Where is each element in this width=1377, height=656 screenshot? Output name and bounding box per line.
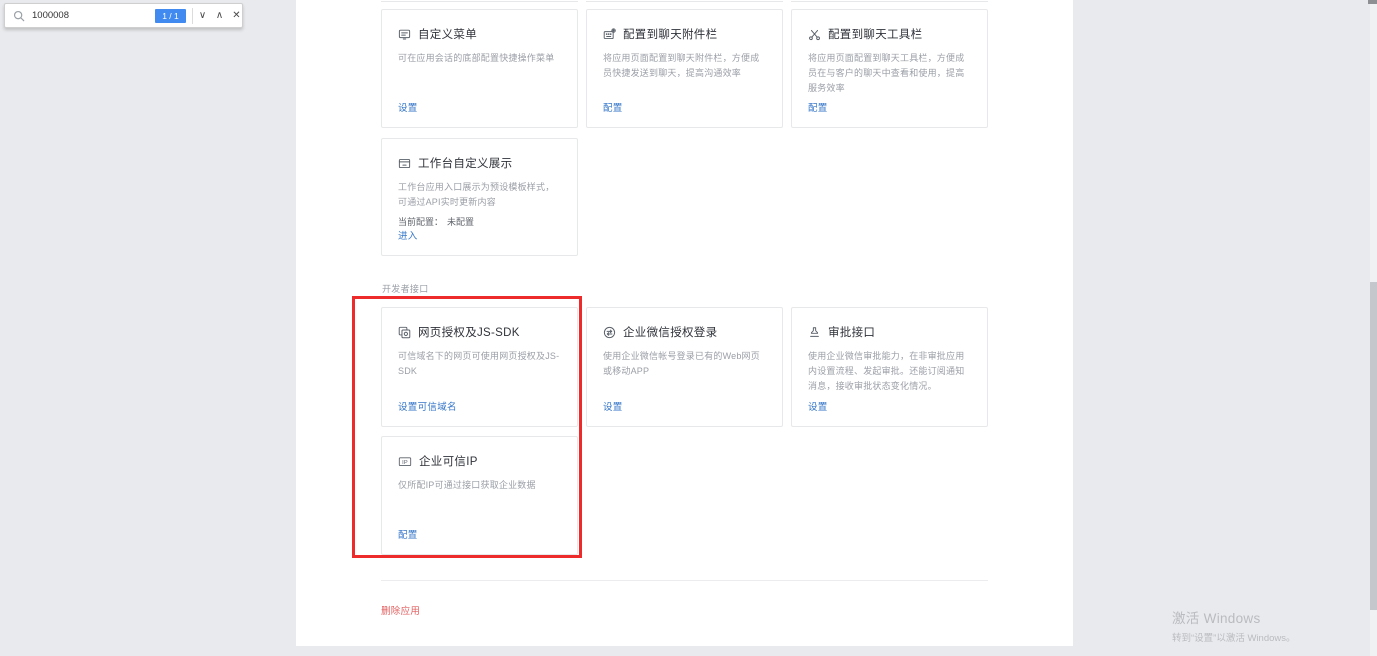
card-title: 工作台自定义展示 — [398, 155, 561, 171]
card-title-text: 配置到聊天附件栏 — [623, 26, 717, 42]
card-chat-attachment-bar: 配置到聊天附件栏 将应用页面配置到聊天附件栏，方便成员快捷发送到聊天，提高沟通效… — [586, 9, 783, 128]
find-close-button[interactable]: ✕ — [228, 4, 245, 27]
card-stub — [381, 0, 578, 2]
card-desc: 将应用页面配置到聊天附件栏，方便成员快捷发送到聊天，提高沟通效率 — [603, 51, 766, 81]
chevron-up-icon: ∧ — [216, 10, 223, 21]
card-title-text: 工作台自定义展示 — [418, 155, 512, 171]
approval-api-settings-link[interactable]: 设置 — [808, 399, 828, 413]
app-detail-panel: 自定义菜单 可在应用会话的底部配置快捷操作菜单 设置 配置到聊天附件栏 将应用页… — [296, 0, 1073, 646]
card-desc: 可信域名下的网页可使用网页授权及JS-SDK — [398, 349, 561, 379]
card-title-text: 网页授权及JS-SDK — [418, 324, 520, 340]
card-desc: 使用企业微信审批能力，在非审批应用内设置流程、发起审批。还能订阅通知消息，接收审… — [808, 349, 971, 394]
custom-menu-settings-link[interactable]: 设置 — [398, 100, 418, 114]
card-desc: 工作台应用入口展示为预设模板样式，可通过API实时更新内容 — [398, 180, 561, 210]
card-web-auth-jssdk: 网页授权及JS-SDK 可信域名下的网页可使用网页授权及JS-SDK 设置可信域… — [381, 307, 578, 427]
card-title-text: 配置到聊天工具栏 — [828, 26, 922, 42]
card-stub — [791, 0, 988, 2]
card-title: 网页授权及JS-SDK — [398, 324, 561, 340]
card-approval-api: 审批接口 使用企业微信审批能力，在非审批应用内设置流程、发起审批。还能订阅通知消… — [791, 307, 988, 427]
find-next-button[interactable]: ∨ — [194, 4, 211, 27]
card-title: 配置到聊天附件栏 — [603, 26, 766, 42]
card-desc: 可在应用会话的底部配置快捷操作菜单 — [398, 51, 561, 66]
card-workbench-display: 工作台自定义展示 工作台应用入口展示为预设模板样式，可通过API实时更新内容 当… — [381, 138, 578, 256]
card-stub — [586, 0, 783, 2]
chat-attachment-bar-icon — [603, 28, 616, 41]
chevron-down-icon: ∨ — [199, 10, 206, 21]
watermark-title: 激活 Windows — [1172, 607, 1296, 627]
workbench-enter-link[interactable]: 进入 — [398, 228, 418, 242]
watermark-subtitle: 转到“设置”以激活 Windows。 — [1172, 630, 1296, 644]
web-auth-jssdk-icon — [398, 326, 411, 339]
footer-divider — [381, 580, 988, 581]
oauth-login-settings-link[interactable]: 设置 — [603, 399, 623, 413]
find-previous-button[interactable]: ∧ — [211, 4, 228, 27]
card-title-text: 自定义菜单 — [418, 26, 477, 42]
find-query-input[interactable] — [32, 4, 147, 27]
vertical-scrollbar[interactable] — [1370, 0, 1377, 656]
status-label: 当前配置： — [398, 217, 443, 227]
card-desc: 使用企业微信帐号登录已有的Web网页或移动APP — [603, 349, 766, 379]
card-title-text: 企业可信IP — [419, 453, 478, 469]
status-value: 未配置 — [447, 217, 474, 227]
find-in-page-bar: 1 / 1 ∨ ∧ ✕ — [4, 3, 243, 28]
approval-api-icon — [808, 326, 821, 339]
search-icon — [13, 10, 25, 22]
card-oauth-login: 企业微信授权登录 使用企业微信帐号登录已有的Web网页或移动APP 设置 — [586, 307, 783, 427]
trusted-ip-icon: IP — [398, 455, 412, 468]
delete-app-link[interactable]: 删除应用 — [381, 603, 420, 617]
card-title: 企业微信授权登录 — [603, 324, 766, 340]
chat-toolbar-icon — [808, 28, 821, 41]
oauth-login-icon — [603, 326, 616, 339]
custom-menu-icon — [398, 28, 411, 41]
card-title: 审批接口 — [808, 324, 971, 340]
trusted-ip-config-link[interactable]: 配置 — [398, 527, 418, 541]
current-config-status: 当前配置： 未配置 — [398, 215, 561, 228]
card-title: 自定义菜单 — [398, 26, 561, 42]
developer-api-section-label: 开发者接口 — [382, 282, 429, 295]
find-bar-separator — [192, 8, 193, 24]
card-desc: 将应用页面配置到聊天工具栏，方便成员在与客户的聊天中查看和使用，提高服务效率 — [808, 51, 971, 96]
scrollbar-top-fragment — [1368, 0, 1377, 4]
card-title-text: 审批接口 — [828, 324, 875, 340]
workbench-display-icon — [398, 157, 411, 170]
card-title: IP 企业可信IP — [398, 453, 561, 469]
card-trusted-ip: IP 企业可信IP 仅所配IP可通过接口获取企业数据 配置 — [381, 436, 578, 555]
chat-toolbar-config-link[interactable]: 配置 — [808, 100, 828, 114]
trusted-domain-settings-link[interactable]: 设置可信域名 — [398, 399, 457, 413]
windows-activation-watermark: 激活 Windows 转到“设置”以激活 Windows。 — [1172, 607, 1296, 644]
scrollbar-thumb[interactable] — [1370, 282, 1377, 610]
card-chat-toolbar: 配置到聊天工具栏 将应用页面配置到聊天工具栏，方便成员在与客户的聊天中查看和使用… — [791, 9, 988, 128]
card-custom-menu: 自定义菜单 可在应用会话的底部配置快捷操作菜单 设置 — [381, 9, 578, 128]
svg-text:IP: IP — [402, 459, 408, 465]
card-desc: 仅所配IP可通过接口获取企业数据 — [398, 478, 561, 493]
close-icon: ✕ — [232, 10, 240, 21]
card-title-text: 企业微信授权登录 — [623, 324, 717, 340]
match-count-badge: 1 / 1 — [155, 9, 186, 23]
chat-attachment-config-link[interactable]: 配置 — [603, 100, 623, 114]
card-title: 配置到聊天工具栏 — [808, 26, 971, 42]
